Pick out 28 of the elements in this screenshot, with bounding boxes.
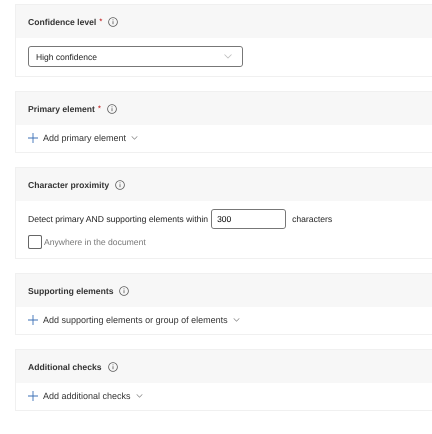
chevron-icon — [232, 318, 240, 322]
chevron-icon — [131, 136, 138, 140]
plus-icon — [28, 315, 38, 325]
info-icon[interactable] — [119, 286, 130, 296]
info-icon[interactable] — [115, 180, 126, 190]
section-title: Supporting elements — [28, 286, 114, 296]
section-title: Primary element — [28, 104, 95, 114]
confidence-dropdown[interactable]: High confidence — [28, 46, 243, 67]
chevron-icon — [224, 54, 232, 59]
info-icon[interactable] — [108, 16, 118, 26]
checkbox[interactable] — [28, 235, 42, 249]
plus-icon — [28, 391, 38, 401]
character-count-field[interactable]: 300 — [211, 209, 286, 229]
add-button[interactable]: Add additional checks — [28, 391, 143, 401]
plus-icon — [28, 133, 38, 143]
required-mark: * — [99, 17, 102, 26]
info-icon[interactable] — [107, 104, 117, 114]
info-icon[interactable] — [108, 362, 118, 372]
required-mark: * — [98, 104, 101, 113]
add-button[interactable]: Add primary element — [28, 133, 138, 143]
section-title: Confidence level — [28, 16, 96, 26]
checkbox-label: Anywhere in the document — [44, 237, 146, 247]
section-title: Additional checks — [28, 362, 102, 372]
proximity-label: Detect primary AND supporting elements within — [28, 214, 208, 224]
add-button[interactable]: Add supporting elements or group of elements — [28, 315, 240, 325]
chevron-icon — [136, 394, 143, 398]
unit-label: characters — [292, 214, 332, 224]
section-title: Character proximity — [28, 180, 110, 190]
